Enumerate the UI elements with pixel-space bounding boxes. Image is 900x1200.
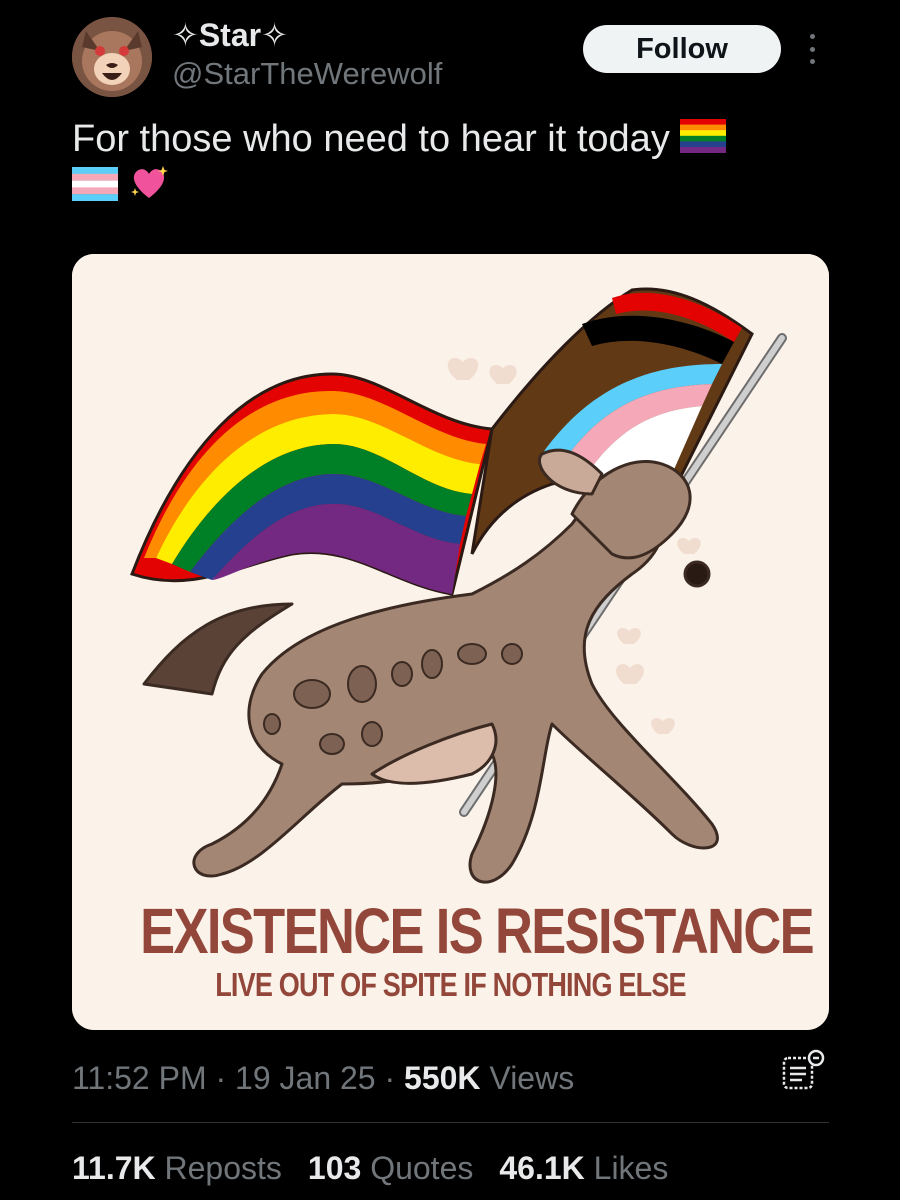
- reposts-count: 11.7K: [72, 1150, 156, 1186]
- reposts-label: Reposts: [164, 1150, 282, 1186]
- quotes-stat[interactable]: 103 Quotes: [308, 1150, 473, 1187]
- separator-dot: ·: [215, 1060, 236, 1096]
- author-handle[interactable]: @StarTheWerewolf: [172, 56, 442, 92]
- likes-count: 46.1K: [499, 1150, 585, 1186]
- likes-stat[interactable]: 46.1K Likes: [499, 1150, 668, 1187]
- separator-dot: ·: [384, 1060, 405, 1096]
- reposts-stat[interactable]: 11.7K Reposts: [72, 1150, 282, 1187]
- poster-title: EXISTENCE IS RESISTANCE: [140, 895, 814, 967]
- tweet-media-image[interactable]: EXISTENCE IS RESISTANCE LIVE OUT OF SPIT…: [72, 254, 829, 1030]
- engagement-stats: 11.7K Reposts 103 Quotes 46.1K Likes: [72, 1150, 668, 1187]
- divider: [72, 1122, 829, 1123]
- avatar-image: [72, 17, 152, 97]
- views-label: Views: [489, 1060, 575, 1096]
- tweet-time[interactable]: 11:52 PM: [72, 1060, 207, 1096]
- poster-subtitle: LIVE OUT OF SPITE IF NOTHING ELSE: [215, 966, 686, 1003]
- views-count: 550K: [404, 1060, 481, 1096]
- tweet-body: For those who need to hear it today: [72, 118, 670, 160]
- avatar[interactable]: [72, 17, 152, 97]
- quotes-label: Quotes: [370, 1150, 474, 1186]
- sparkling-heart-emoji: [129, 164, 169, 213]
- tweet-date[interactable]: 19 Jan 25: [235, 1060, 376, 1096]
- likes-label: Likes: [593, 1150, 669, 1186]
- more-options-icon[interactable]: [800, 34, 824, 64]
- author-display-name[interactable]: ✧Star✧: [172, 16, 288, 54]
- rainbow-flag-emoji: [680, 118, 727, 164]
- follow-button[interactable]: Follow: [583, 25, 781, 73]
- quotes-count: 103: [307, 1150, 362, 1186]
- tweet-meta: 11:52 PM · 19 Jan 25 · 550K Views: [72, 1060, 574, 1097]
- tweet-text: For those who need to hear it today: [72, 116, 812, 213]
- trans-flag-emoji: [72, 166, 118, 212]
- analytics-icon[interactable]: [778, 1048, 828, 1092]
